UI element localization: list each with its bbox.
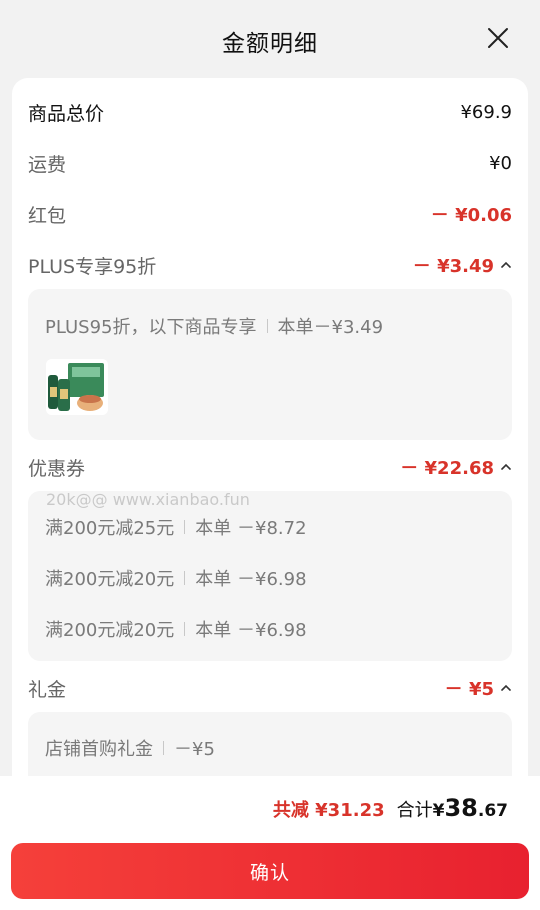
gift-amount: －¥5 (174, 739, 215, 760)
coupon-value-group: － ¥22.68 (400, 454, 512, 480)
total-label: 合计 (396, 800, 433, 821)
plus-discount-value: － ¥3.49 (412, 256, 494, 277)
shipping-row: 运费 ¥0 (28, 146, 512, 180)
goods-total-value: ¥69.9 (460, 101, 512, 123)
plus-detail-desc: PLUS95折，以下商品专享 (45, 317, 257, 338)
sheet-title: 金额明细 (222, 31, 318, 57)
chevron-up-icon[interactable] (500, 259, 512, 271)
total-currency: ¥ (432, 801, 445, 821)
divider (266, 319, 268, 333)
coupon-amount: 本单 －¥8.72 (195, 518, 307, 539)
product-thumbnail-icon[interactable] (46, 359, 108, 415)
detail-card: 商品总价 ¥69.9 运费 ¥0 红包 － ¥0.06 PLUS专享95折 － … (12, 78, 528, 798)
plus-discount-label: PLUS专享95折 (28, 255, 157, 278)
gift-label: 礼金 (28, 678, 67, 701)
total-saved: 共减 ¥31.23 (272, 800, 385, 821)
coupon-row[interactable]: 优惠券 － ¥22.68 (28, 450, 512, 484)
total-decimal: .67 (477, 801, 508, 821)
goods-total-label: 商品总价 (28, 102, 105, 125)
gift-value: － ¥5 (444, 679, 494, 700)
coupon-label: 优惠券 (28, 457, 86, 480)
coupon-amount: 本单 －¥6.98 (195, 620, 307, 641)
totals: 共减 ¥31.23 合计 ¥ 38 .67 (273, 794, 508, 822)
plus-discount-row[interactable]: PLUS专享95折 － ¥3.49 (28, 248, 512, 282)
gift-line: 店铺首购礼金 －¥5 (45, 735, 215, 761)
coupon-line: 满200元减20元 本单 －¥6.98 (45, 616, 307, 642)
red-packet-label: 红包 (28, 204, 67, 227)
gift-value-group: － ¥5 (445, 675, 512, 701)
footer-bar: 共减 ¥31.23 合计 ¥ 38 .67 确认 (0, 776, 540, 910)
divider (184, 622, 186, 636)
divider (163, 741, 164, 755)
red-packet-row: 红包 － ¥0.06 (28, 197, 512, 231)
gift-row[interactable]: 礼金 － ¥5 (28, 671, 512, 705)
coupon-value: － ¥22.68 (400, 458, 494, 479)
total-integer: 38 (444, 794, 478, 822)
confirm-button[interactable]: 确认 (11, 843, 529, 899)
goods-total-row: 商品总价 ¥69.9 (28, 95, 512, 129)
coupon-line: 满200元减25元 本单 －¥8.72 (45, 514, 307, 540)
coupon-amount: 本单 －¥6.98 (195, 569, 307, 590)
coupon-detail-box: 满200元减25元 本单 －¥8.72 满200元减20元 本单 －¥6.98 … (28, 491, 512, 661)
divider (184, 520, 186, 534)
shipping-label: 运费 (28, 153, 67, 176)
chevron-up-icon[interactable] (500, 461, 512, 473)
coupon-name: 满200元减20元 (45, 569, 175, 590)
amount-detail-sheet: 金额明细 商品总价 ¥69.9 运费 ¥0 红包 － ¥0.06 PLUS专享9… (0, 0, 540, 910)
close-icon[interactable] (486, 26, 510, 50)
plus-detail-line: PLUS95折，以下商品专享 本单－¥3.49 (45, 313, 383, 339)
red-packet-value: － ¥0.06 (430, 205, 512, 226)
coupon-name: 满200元减20元 (45, 620, 175, 641)
sheet-header: 金额明细 (0, 0, 540, 78)
gift-name: 店铺首购礼金 (45, 739, 153, 760)
coupon-name: 满200元减25元 (45, 518, 175, 539)
plus-detail-amount: 本单－¥3.49 (277, 317, 384, 338)
divider (184, 571, 186, 585)
shipping-value: ¥0 (489, 152, 512, 174)
plus-detail-box: PLUS95折，以下商品专享 本单－¥3.49 (28, 289, 512, 440)
coupon-line: 满200元减20元 本单 －¥6.98 (45, 565, 307, 591)
plus-discount-value-group: － ¥3.49 (413, 252, 512, 278)
chevron-up-icon[interactable] (500, 682, 512, 694)
